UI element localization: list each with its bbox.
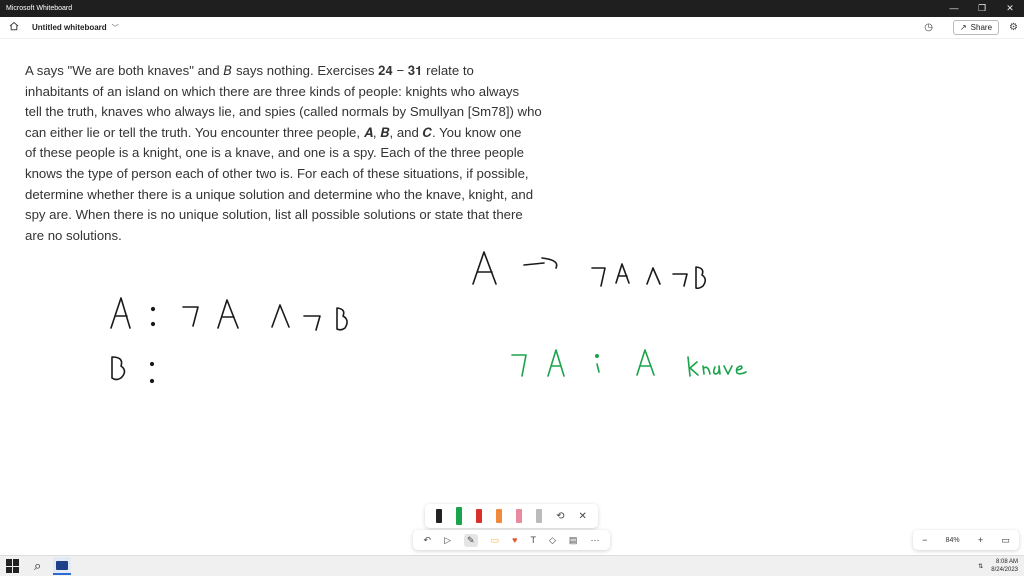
clock-date: 8/24/2023 [991, 567, 1018, 573]
reaction-icon[interactable]: ♥ [512, 535, 517, 545]
templates-icon[interactable]: ▤ [569, 535, 578, 546]
fit-to-screen-icon[interactable]: ▭ [1001, 535, 1010, 546]
handwriting-green-note [511, 349, 747, 377]
taskbar: ⌕ ⇅ 8:08 AM 8/24/2023 [0, 555, 1024, 576]
undo-icon[interactable]: ↶ [424, 535, 432, 546]
close-icon[interactable]: ✕ [579, 511, 587, 522]
search-icon[interactable]: ⌕ [34, 558, 41, 574]
pen-icon[interactable]: ✎ [464, 533, 478, 547]
network-icon[interactable]: ⇅ [978, 563, 983, 570]
zoom-out-button[interactable]: − [922, 535, 927, 545]
more-icon[interactable]: ⋯ [590, 535, 599, 546]
black-pen[interactable] [436, 509, 442, 523]
pen-tray: ⟲ ✕ [425, 504, 598, 528]
pink-eraser[interactable] [516, 509, 523, 523]
windows-start-icon[interactable] [6, 559, 20, 573]
zoom-controls: − 84% + ▭ [913, 530, 1019, 550]
text-icon[interactable]: T [530, 535, 536, 545]
select-icon[interactable]: ▷ [444, 535, 451, 546]
handwriting-implication [472, 251, 707, 290]
ink-canvas[interactable] [0, 0, 1024, 576]
zoom-in-button[interactable]: + [978, 535, 983, 545]
handwriting-line-b [111, 356, 155, 384]
clock[interactable]: 8:08 AM 8/24/2023 [991, 558, 1018, 574]
whiteboard-app-icon[interactable] [53, 557, 72, 575]
green-pen[interactable] [456, 507, 463, 525]
clock-time: 8:08 AM [995, 559, 1018, 565]
shapes-icon[interactable]: ◇ [549, 535, 556, 546]
note-icon[interactable]: ▭ [491, 535, 500, 546]
ruler[interactable] [536, 509, 543, 523]
system-tray: ⇅ 8:08 AM 8/24/2023 [978, 558, 1024, 574]
handwriting-line-a [110, 297, 348, 331]
orange-highlighter[interactable] [496, 509, 503, 523]
zoom-level[interactable]: 84% [946, 537, 960, 544]
lasso-icon[interactable]: ⟲ [556, 511, 564, 522]
red-pen[interactable] [476, 509, 483, 523]
main-toolbar: ↶ ▷ ✎ ▭ ♥ T ◇ ▤ ⋯ [413, 530, 610, 550]
